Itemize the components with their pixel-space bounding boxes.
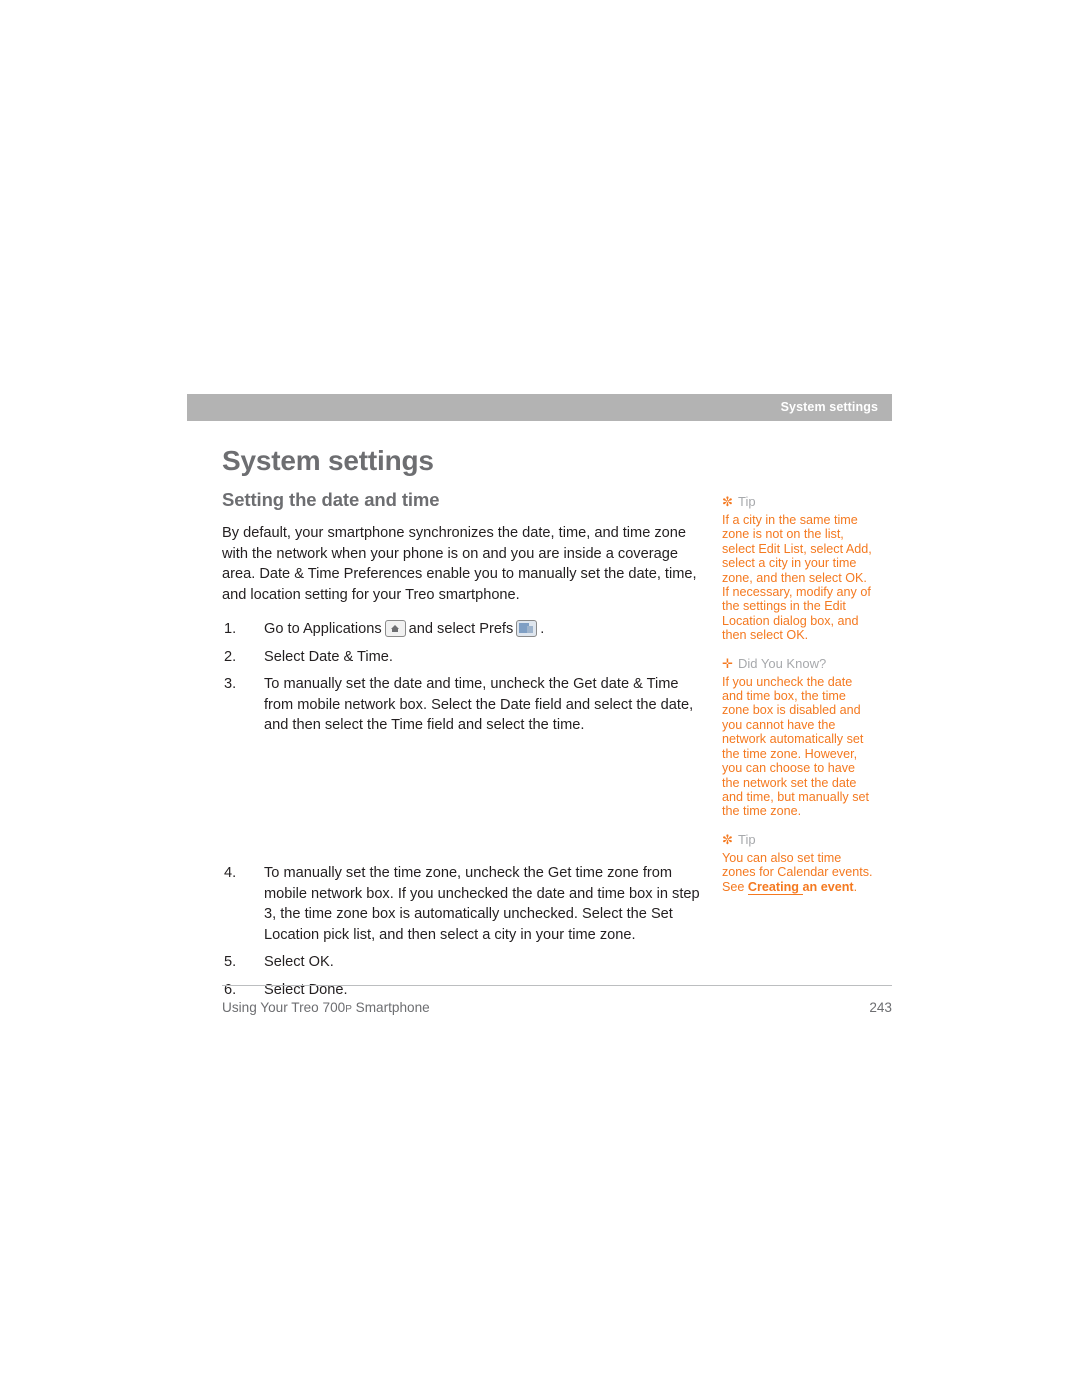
step-number: 1. (224, 621, 237, 637)
list-item: 6. Select Done. (222, 980, 712, 1001)
cross-reference-link[interactable]: Creating (747, 879, 803, 895)
sidebar-note-heading: ✼ Tip (722, 494, 874, 510)
plus-cross-icon: ✛ (722, 655, 733, 671)
step-text: Select Date & Time. (264, 648, 393, 665)
step-text: Select OK. (264, 954, 334, 970)
step-number: 2. (224, 648, 237, 665)
running-head: System settings (780, 400, 878, 414)
tip-asterisk-icon: ✼ (722, 831, 733, 847)
footer-subscript: P (345, 1004, 352, 1015)
step-text-after: . (540, 621, 545, 637)
step-text: To manually set the time zone, uncheck t… (264, 865, 700, 943)
sidebar-note-tip-1: ✼ Tip If a city in the same time zone is … (722, 494, 874, 643)
section-title: Setting the date and time (222, 489, 440, 510)
sidebar-note-heading: ✛ Did You Know? (722, 656, 874, 672)
sidebar-note-body-after: . (853, 879, 858, 894)
prefs-icon (516, 620, 538, 637)
cross-reference-link-cont[interactable]: an event (803, 880, 854, 894)
tip-asterisk-icon: ✼ (722, 494, 733, 509)
step-number: 6. (224, 981, 237, 998)
step-number: 5. (224, 954, 237, 970)
sidebar-note-body: If you uncheck the date and time box, th… (722, 674, 870, 819)
intro-paragraph: By default, your smartphone synchronizes… (222, 525, 697, 603)
main-content-column: System settings Setting the date and tim… (222, 445, 702, 743)
list-item: 5. Select OK. (222, 952, 712, 973)
footer-text-after: Smartphone (351, 1000, 430, 1015)
steps-list-part2: 4. To manually set the time zone, unchec… (222, 863, 712, 1000)
page-number: 243 (869, 1000, 892, 1015)
step-text: Select Done. (264, 981, 348, 998)
step-text: To manually set the date and time, unche… (264, 676, 694, 733)
sidebar-note-heading: ✼ Tip (722, 832, 874, 848)
sidebar-note-body: If a city in the same time zone is not o… (722, 513, 872, 643)
steps-list-part1: 1. Go to Applications and select Prefs. 2… (222, 619, 702, 736)
step-number: 4. (224, 865, 237, 881)
sidebar-note-label: Did You Know? (738, 655, 827, 671)
step-number: 3. (224, 676, 237, 692)
sidebar-note-label: Tip (738, 831, 756, 847)
header-band: System settings (187, 394, 892, 421)
footer: Using Your Treo 700P Smartphone 243 (222, 1000, 892, 1015)
step-text-middle: and select Prefs (408, 621, 514, 637)
sidebar-notes: ✼ Tip If a city in the same time zone is … (722, 494, 874, 907)
list-item: 2. Select Date & Time. (222, 647, 702, 668)
footer-divider (222, 985, 892, 986)
sidebar-note-tip-2: ✼ Tip You can also set time zones for Cal… (722, 832, 874, 895)
sidebar-note-label: Tip (738, 494, 756, 509)
list-item: 3. To manually set the date and time, un… (222, 674, 702, 736)
step-text-before: Go to Applications (264, 621, 382, 637)
home-icon (384, 620, 406, 637)
list-item: 4. To manually set the time zone, unchec… (222, 863, 712, 945)
document-page: System settings System settings Setting … (0, 0, 1080, 1397)
footer-text-before: Using Your Treo 700 (222, 1000, 346, 1015)
page-title: System settings (222, 445, 434, 476)
sidebar-note-did-you-know: ✛ Did You Know? If you uncheck the date a… (722, 656, 874, 819)
sidebar-note-body: You can also set time zones for Calendar… (722, 851, 874, 895)
list-item: 1. Go to Applications and select Prefs. (222, 619, 702, 640)
